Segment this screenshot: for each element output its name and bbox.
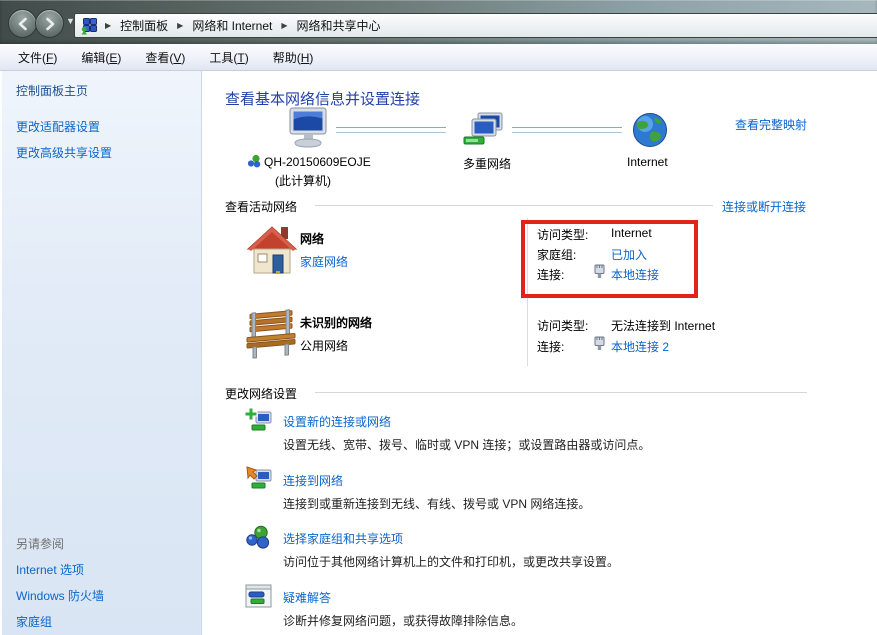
breadcrumb-separator-icon: ▶ xyxy=(174,21,186,30)
forward-button[interactable] xyxy=(35,9,64,38)
task-setup-new-connection-desc: 设置无线、宽带、拨号、临时或 VPN 连接；或设置路由器或访问点。 xyxy=(283,436,650,453)
back-arrow-icon xyxy=(15,16,31,32)
sidebar-item-internet-options[interactable]: Internet 选项 xyxy=(16,561,84,578)
computer-sub-label: (此计算机) xyxy=(275,172,331,189)
new-connection-icon xyxy=(245,407,273,435)
sidebar-item-control-panel-home[interactable]: 控制面板主页 xyxy=(16,82,88,99)
section-divider xyxy=(315,392,807,393)
ethernet-port-icon xyxy=(594,336,605,351)
task-homegroup-options-link[interactable]: 选择家庭组和共享选项 xyxy=(283,530,403,547)
breadcrumb-control-panel[interactable]: 控制面板 xyxy=(118,15,170,36)
menu-help[interactable]: 帮助(H) xyxy=(261,46,326,69)
homegroup-mini-icon xyxy=(247,154,261,168)
public-network-bench-icon[interactable] xyxy=(242,305,298,361)
task-connect-to-network-link[interactable]: 连接到网络 xyxy=(283,472,343,489)
network2-name: 未识别的网络 xyxy=(300,314,372,331)
home-network-icon[interactable] xyxy=(246,221,298,277)
page-title: 查看基本网络信息并设置连接 xyxy=(225,88,420,109)
sidebar-item-windows-firewall[interactable]: Windows 防火墙 xyxy=(16,587,104,604)
map-connection-line xyxy=(512,127,622,133)
task-setup-new-connection-link[interactable]: 设置新的连接或网络 xyxy=(283,413,391,430)
sidebar-item-advanced-sharing-settings[interactable]: 更改高级共享设置 xyxy=(16,144,112,161)
network2-category: 公用网络 xyxy=(300,337,348,354)
network2-connection-label: 连接: xyxy=(537,338,564,355)
task-troubleshoot-desc: 诊断并修复网络问题，或获得故障排除信息。 xyxy=(283,612,523,629)
menu-edit[interactable]: 编辑(E) xyxy=(69,46,133,69)
ethernet-port-icon xyxy=(594,264,605,279)
network2-access-value: 无法连接到 Internet xyxy=(611,317,715,334)
task-connect-to-network-desc: 连接到或重新连接到无线、有线、拨号或 VPN 网络连接。 xyxy=(283,495,590,512)
see-full-map-link[interactable]: 查看完整映射 xyxy=(735,116,807,133)
multiple-networks-label: 多重网络 xyxy=(463,155,511,172)
computer-name-label: QH-20150609EOJE xyxy=(264,155,371,169)
sidebar-item-change-adapter-settings[interactable]: 更改适配器设置 xyxy=(16,118,100,135)
network-details-divider xyxy=(527,218,528,366)
breadcrumb-separator-icon: ▶ xyxy=(102,21,114,30)
network1-name: 网络 xyxy=(300,230,324,247)
multiple-networks-icon[interactable] xyxy=(462,111,506,151)
breadcrumb-separator-icon: ▶ xyxy=(278,21,290,30)
troubleshoot-icon xyxy=(245,584,273,610)
network1-connection-label: 连接: xyxy=(537,266,564,283)
network1-connection-link[interactable]: 本地连接 xyxy=(611,266,659,283)
breadcrumb-network-sharing-center[interactable]: 网络和共享中心 xyxy=(295,15,383,36)
sidebar-item-homegroup[interactable]: 家庭组 xyxy=(16,613,52,630)
section-divider xyxy=(315,205,713,206)
network2-access-label: 访问类型: xyxy=(537,317,588,334)
task-homegroup-options-desc: 访问位于其他网络计算机上的文件和打印机，或更改共享设置。 xyxy=(283,553,619,570)
menu-view[interactable]: 查看(V) xyxy=(133,46,197,69)
internet-label: Internet xyxy=(627,155,668,169)
network1-homegroup-link[interactable]: 已加入 xyxy=(611,246,647,263)
network1-access-label: 访问类型: xyxy=(537,226,588,243)
network-places-icon xyxy=(80,17,98,35)
this-computer-icon[interactable] xyxy=(283,107,331,149)
network2-connection-link[interactable]: 本地连接 2 xyxy=(611,338,669,355)
change-settings-header: 更改网络设置 xyxy=(225,385,297,402)
network1-homegroup-label: 家庭组: xyxy=(537,246,576,263)
network1-category-link[interactable]: 家庭网络 xyxy=(300,253,348,270)
network-sharing-center-window: ▼ ▶ 控制面板 ▶ 网络和 Internet ▶ 网络和共享中心 文件(F) xyxy=(0,0,877,635)
menu-bar: 文件(F) 编辑(E) 查看(V) 工具(T) 帮助(H) xyxy=(0,44,877,71)
network1-access-value: Internet xyxy=(611,226,652,240)
title-bar: ▼ ▶ 控制面板 ▶ 网络和 Internet ▶ 网络和共享中心 xyxy=(0,0,877,44)
internet-globe-icon[interactable] xyxy=(632,112,668,148)
breadcrumb-network-internet[interactable]: 网络和 Internet xyxy=(190,15,274,36)
see-also-header: 另请参阅 xyxy=(16,535,64,552)
homegroup-options-icon xyxy=(245,524,273,552)
menu-tools[interactable]: 工具(T) xyxy=(197,46,260,69)
menu-file[interactable]: 文件(F) xyxy=(6,46,69,69)
active-networks-header: 查看活动网络 xyxy=(225,198,297,215)
forward-arrow-icon xyxy=(42,16,58,32)
connect-to-network-icon xyxy=(245,465,273,493)
back-button[interactable] xyxy=(8,9,37,38)
connect-disconnect-link[interactable]: 连接或断开连接 xyxy=(722,198,806,215)
task-troubleshoot-link[interactable]: 疑难解答 xyxy=(283,589,331,606)
address-bar[interactable]: ▶ 控制面板 ▶ 网络和 Internet ▶ 网络和共享中心 xyxy=(74,13,877,38)
map-connection-line xyxy=(336,127,446,133)
